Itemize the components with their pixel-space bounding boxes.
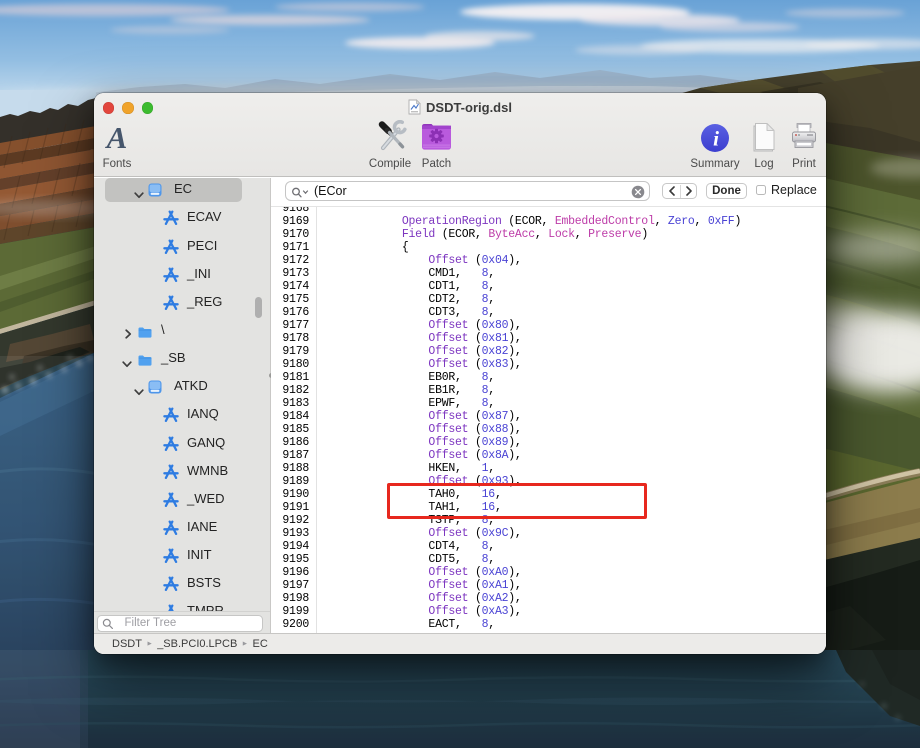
svg-text:i: i xyxy=(713,127,719,151)
